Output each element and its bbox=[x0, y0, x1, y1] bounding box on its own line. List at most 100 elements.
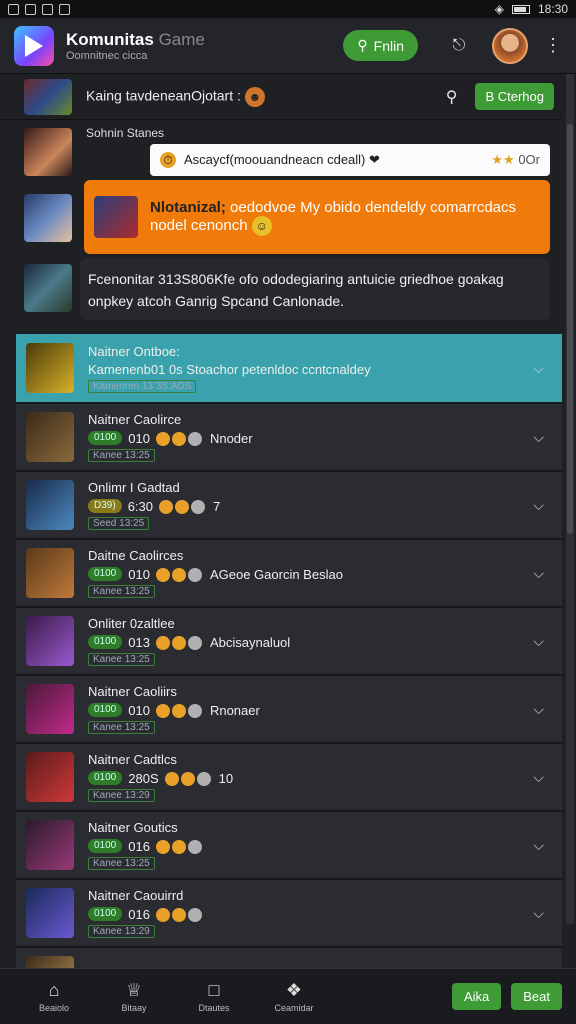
status-bar: ◈ 18:30 bbox=[0, 0, 576, 18]
app-subtitle: Oomnitnec cicca bbox=[66, 49, 148, 62]
timestamp: Kanee 13:25 bbox=[88, 856, 155, 870]
game-thumbnail bbox=[26, 684, 74, 734]
reaction-icons bbox=[155, 838, 204, 854]
game-thumbnail bbox=[26, 343, 74, 393]
list-item[interactable]: Naitner Caouirrd 0100 016 Kanee 13:29 ⌵ bbox=[16, 880, 562, 948]
list-item-title: Naitner Caouirrd bbox=[88, 888, 184, 904]
chevron-down-icon[interactable]: ⌵ bbox=[533, 497, 544, 514]
chevron-down-icon[interactable]: ⌵ bbox=[533, 633, 544, 650]
chevron-down-icon[interactable]: ⌵ bbox=[533, 429, 544, 446]
nav-home[interactable]: ⌂ Beaiolo bbox=[14, 980, 94, 1013]
nav-status[interactable]: □ Dtautes bbox=[174, 980, 254, 1013]
reaction-icons bbox=[155, 566, 204, 582]
timestamp: Kamenren 13 3S:ADS bbox=[88, 379, 197, 393]
list-item-count: 010 bbox=[128, 566, 150, 582]
compass-icon: ❖ bbox=[285, 980, 303, 1000]
list-item-title: Onlimr I Gadtad bbox=[88, 480, 180, 496]
chat-header: Kaing tavdeneanOjotart : ☻ ⚲ B Cterhog bbox=[0, 74, 562, 120]
list-item-count: 016 bbox=[128, 838, 150, 854]
list-item-count: 280S bbox=[128, 770, 159, 786]
list-item-title: Daitne Caolirces bbox=[88, 548, 184, 564]
smile-icon: ☺ bbox=[251, 215, 272, 236]
status-badge: 0100 bbox=[88, 431, 123, 445]
app-bar: Komunitas Game Oomnitnec cicca ⚲ Fnlin ⎋… bbox=[0, 18, 576, 74]
list-item[interactable]: Naitner Caolirce 0100 010 Nnoder Kanee 13:25… bbox=[16, 404, 562, 472]
user-avatar bbox=[24, 264, 72, 312]
chat-icon: □ bbox=[208, 980, 220, 1000]
follow-button[interactable]: ⚲ Fnlin bbox=[343, 30, 418, 61]
reaction-icons bbox=[155, 702, 204, 718]
bottom-nav: ⌂ Beaiolo ♕ Bitaay □ Dtautes ❖ Ceamidar Aika… bbox=[0, 968, 576, 1024]
chevron-down-icon[interactable]: ⌵ bbox=[533, 837, 544, 854]
list-item-extra: 7 bbox=[213, 498, 221, 514]
notification-header: Sohnin Stanes bbox=[86, 126, 165, 140]
reaction-icons bbox=[155, 634, 204, 650]
reaction-icons bbox=[155, 906, 204, 922]
game-thumbnail bbox=[94, 196, 138, 238]
lock-icon[interactable]: ⎋ bbox=[448, 35, 470, 57]
game-thumbnail bbox=[26, 480, 74, 530]
game-thumbnail bbox=[26, 412, 74, 462]
list-item-title: Naitner Goutics bbox=[88, 820, 178, 836]
search-icon: ⚲ bbox=[357, 37, 368, 53]
timestamp: Seed 13:25 bbox=[88, 516, 150, 530]
notification-area: Sohnin Stanes ⏱ Ascaycf(moouandneacn cde… bbox=[0, 120, 562, 330]
app-icon bbox=[25, 3, 36, 15]
beat-button[interactable]: Beat bbox=[511, 983, 562, 1010]
timestamp: Kanee 13:25 bbox=[88, 720, 155, 734]
chevron-down-icon[interactable]: ⌵ bbox=[533, 565, 544, 582]
list-item[interactable]: Naitner Ontboe: Kamenenb01 0s Stoachor pe… bbox=[16, 334, 562, 404]
search-icon[interactable]: ⚲ bbox=[446, 87, 458, 107]
list-item-extra: Nnoder bbox=[209, 430, 253, 446]
list-item-text: Kamenenb01 0s Stoachor petenldoc ccntcna… bbox=[88, 361, 371, 377]
header-action-button[interactable]: B Cterhog bbox=[475, 83, 554, 110]
notification-card-white[interactable]: ⏱ Ascaycf(moouandneacn cdeall) ❤ ★★ 0Or bbox=[150, 144, 550, 176]
emoji-icon: ☻ bbox=[244, 86, 265, 107]
conversation-list: Naitner Ontboe: Kamenenb01 0s Stoachor pe… bbox=[0, 334, 562, 972]
list-item-title: Naitner Cadtlcs bbox=[88, 752, 177, 768]
list-item[interactable]: Onliter 0zaltlee 0100 013 Abcisaynaluol Kane… bbox=[16, 608, 562, 676]
list-item-title: Naitner Caoliirs bbox=[88, 684, 177, 700]
gallery-icon bbox=[42, 3, 53, 15]
timestamp: Kanee 13:25 bbox=[88, 448, 155, 462]
status-badge: 0100 bbox=[88, 567, 123, 581]
nav-calendar[interactable]: ❖ Ceamidar bbox=[254, 980, 334, 1013]
notification-card-orange[interactable]: Nlotanizal; oedodvoe My obido dendeldy c… bbox=[84, 180, 550, 254]
chevron-down-icon[interactable]: ⌵ bbox=[533, 905, 544, 922]
game-thumbnail bbox=[26, 888, 74, 938]
scrollbar[interactable] bbox=[566, 74, 574, 924]
list-item-extra: Rnonaer bbox=[209, 702, 260, 718]
list-item-count: 010 bbox=[128, 702, 150, 718]
list-item-count: 6:30 bbox=[127, 498, 153, 514]
clock-icon: ⏱ bbox=[160, 152, 176, 168]
list-item-title: Onliter 0zaltlee bbox=[88, 616, 175, 632]
list-item[interactable]: Naitner Goutics 0100 016 Kanee 13:25 ⌵ bbox=[16, 812, 562, 880]
list-item-extra: AGeoe Gaorcin Beslao bbox=[209, 566, 343, 582]
status-badge: 0100 bbox=[88, 635, 123, 649]
list-item[interactable]: Daitne Caolirces 0100 010 AGeoe Gaorcin Bes… bbox=[16, 540, 562, 608]
more-icon[interactable]: ⋮ bbox=[544, 35, 562, 56]
list-item-extra: Abcisaynaluol bbox=[209, 634, 291, 650]
status-badge: D39) bbox=[88, 499, 122, 513]
chevron-down-icon[interactable]: ⌵ bbox=[533, 769, 544, 786]
game-thumbnail bbox=[26, 820, 74, 870]
list-item[interactable]: Naitner Caoliirs 0100 010 Rnonaer Kanee 13:2… bbox=[16, 676, 562, 744]
list-item[interactable]: Naitner Cadtlcs 0100 280S 10 Kanee 13:29 ⌵ bbox=[16, 744, 562, 812]
timestamp: Kanee 13:29 bbox=[88, 924, 155, 938]
notification-card-dark[interactable]: Fcenonitar 313S806Kfe ofo ododegiaring a… bbox=[80, 258, 550, 320]
download-icon bbox=[59, 3, 70, 15]
avatar[interactable] bbox=[492, 27, 528, 64]
list-item[interactable]: Onlimr I Gadtad D39) 6:30 7 Seed 13:25 ⌵ bbox=[16, 472, 562, 540]
chevron-down-icon[interactable]: ⌵ bbox=[533, 360, 544, 377]
group-thumbnail bbox=[24, 78, 72, 115]
crown-icon: ♕ bbox=[125, 980, 143, 1000]
chevron-down-icon[interactable]: ⌵ bbox=[533, 701, 544, 718]
list-item-count: 013 bbox=[128, 634, 150, 650]
game-thumbnail bbox=[26, 752, 74, 802]
status-badge: 0100 bbox=[88, 907, 123, 921]
status-badge: 0100 bbox=[88, 839, 123, 853]
nav-games[interactable]: ♕ Bitaay bbox=[94, 980, 174, 1013]
list-item-count: 010 bbox=[128, 430, 150, 446]
aika-button[interactable]: Aika bbox=[451, 983, 502, 1010]
list-item-title: Naitner Caolirce bbox=[88, 412, 182, 428]
